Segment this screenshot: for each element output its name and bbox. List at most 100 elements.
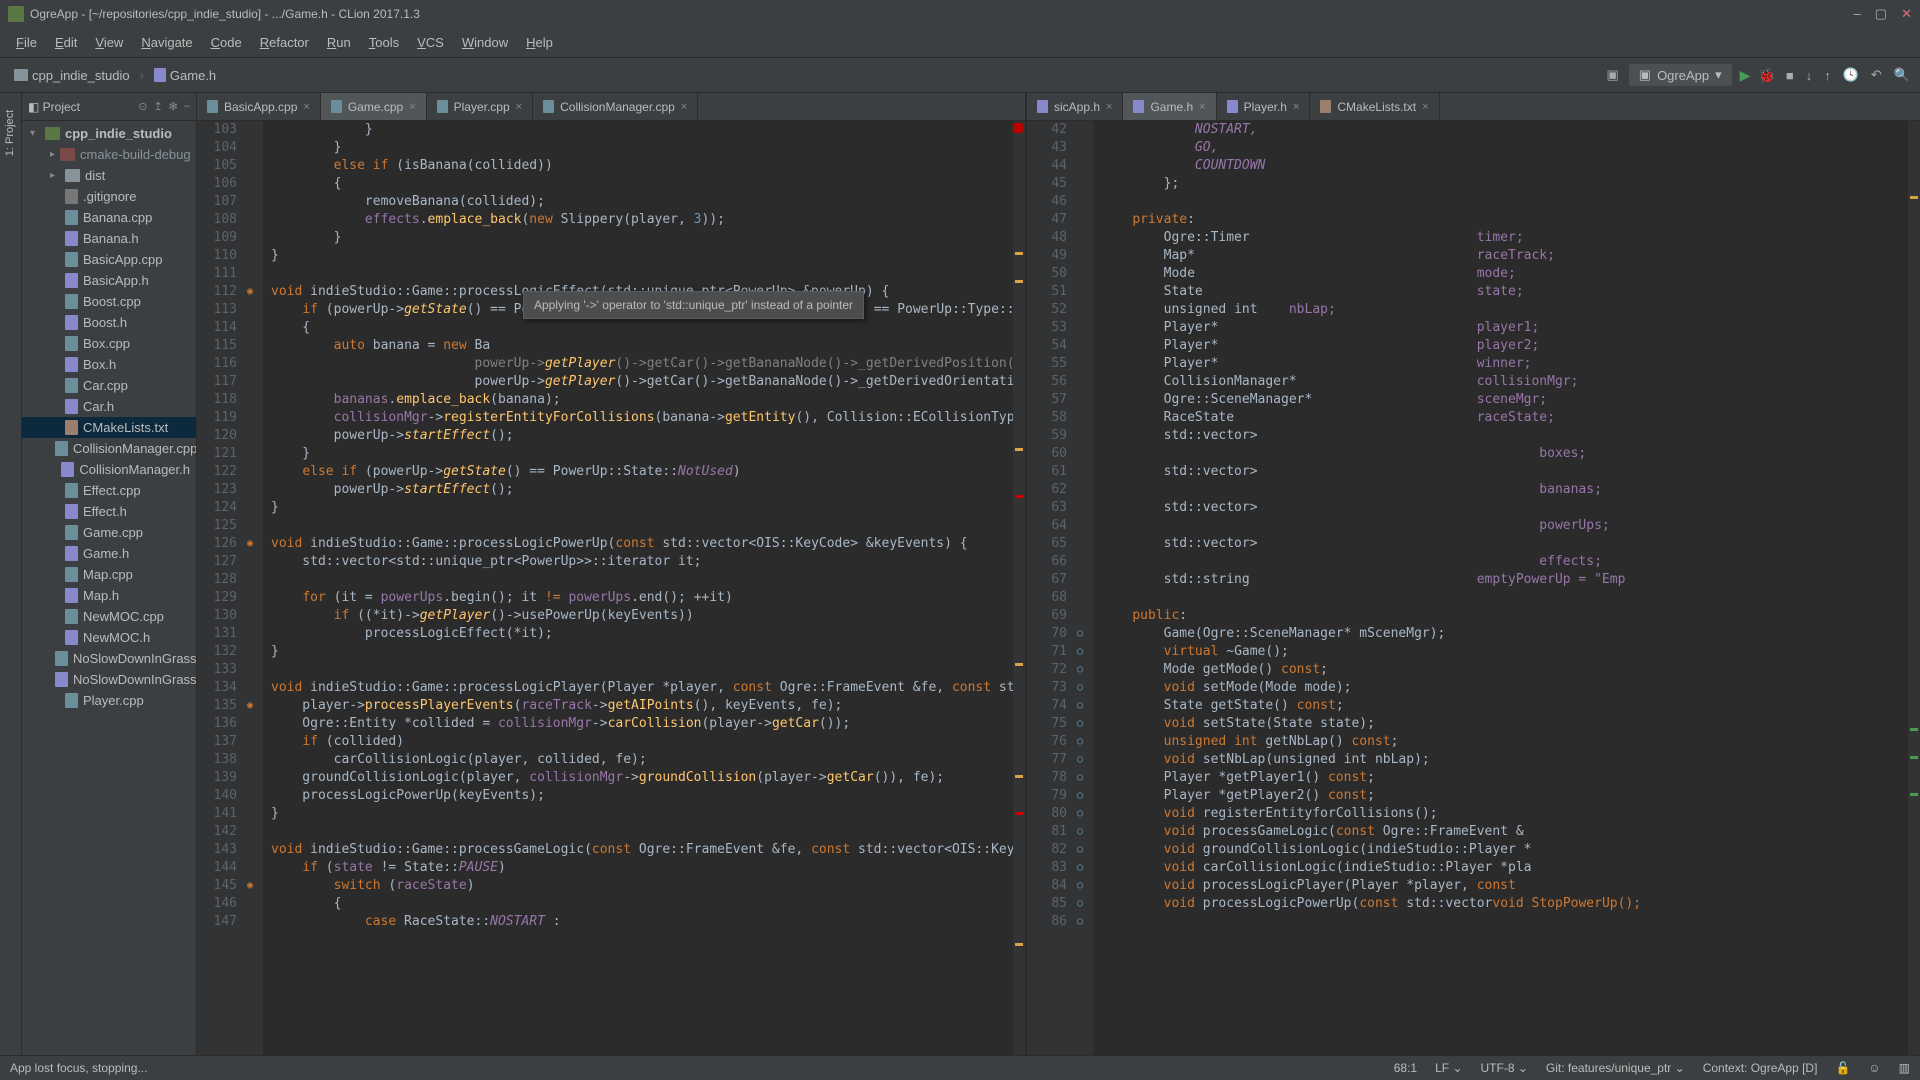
inspector-icon[interactable]: ☺ (1868, 1061, 1880, 1075)
git-branch[interactable]: Git: features/unique_ptr ⌄ (1546, 1061, 1685, 1075)
tab[interactable]: sicApp.h× (1027, 93, 1123, 120)
close-icon[interactable]: ✕ (1901, 6, 1912, 22)
toolbar: cpp_indie_studio › Game.h ▣ ▣OgreApp▾ ▶ … (0, 58, 1920, 93)
tree-item[interactable]: Box.h (22, 354, 196, 375)
context[interactable]: Context: OgreApp [D] (1703, 1061, 1818, 1075)
menu-window[interactable]: Window (454, 32, 516, 53)
tree-item[interactable]: Car.cpp (22, 375, 196, 396)
menu-code[interactable]: Code (203, 32, 250, 53)
statusbar: App lost focus, stopping... 68:1 LF ⌄ UT… (0, 1055, 1920, 1080)
tree-item[interactable]: Banana.h (22, 228, 196, 249)
tree-item[interactable]: ▸dist (22, 165, 196, 186)
breadcrumb-file[interactable]: Game.h (148, 66, 222, 85)
gutter[interactable]: 42 43 44 45 46 47 48 49 50 51 52 53 54 5… (1027, 121, 1075, 1055)
tab[interactable]: Player.cpp× (427, 93, 533, 120)
menu-run[interactable]: Run (319, 32, 359, 53)
tree-item[interactable]: Box.cpp (22, 333, 196, 354)
tree-item[interactable]: Banana.cpp (22, 207, 196, 228)
tree-item[interactable]: CMakeLists.txt (22, 417, 196, 438)
close-icon[interactable]: × (1293, 101, 1299, 113)
tab[interactable]: CollisionManager.cpp× (533, 93, 698, 120)
collapse-all-icon[interactable]: ↥ (153, 100, 162, 113)
code-editor-left[interactable]: } } else if (isBanana(collided)) { remov… (263, 121, 1013, 1055)
tree-item[interactable]: BasicApp.cpp (22, 249, 196, 270)
tree-item[interactable]: Boost.cpp (22, 291, 196, 312)
tree-item[interactable]: .gitignore (22, 186, 196, 207)
tree-item[interactable]: Player.cpp (22, 690, 196, 711)
split-icon[interactable]: ▥ (1899, 1061, 1910, 1075)
tab[interactable]: Player.h× (1217, 93, 1311, 120)
tab[interactable]: Game.h× (1123, 93, 1216, 120)
run-configuration[interactable]: ▣OgreApp▾ (1629, 64, 1732, 86)
tree-item[interactable]: ▸cmake-build-debug (22, 144, 196, 165)
tree-root[interactable]: ▾cpp_indie_studio (22, 123, 196, 144)
tree-item[interactable]: Effect.h (22, 501, 196, 522)
line-ending[interactable]: LF ⌄ (1435, 1061, 1462, 1075)
breadcrumb-project[interactable]: cpp_indie_studio (8, 66, 136, 85)
debug-button[interactable]: 🐞 (1758, 67, 1775, 84)
tab[interactable]: CMakeLists.txt× (1310, 93, 1439, 120)
minimize-icon[interactable]: – (1854, 6, 1861, 22)
menu-view[interactable]: View (87, 32, 131, 53)
tree-item[interactable]: Effect.cpp (22, 480, 196, 501)
status-message: App lost focus, stopping... (10, 1061, 147, 1075)
tree-item[interactable]: CollisionManager.cpp (22, 438, 196, 459)
tree-item[interactable]: BasicApp.h (22, 270, 196, 291)
menu-tools[interactable]: Tools (361, 32, 407, 53)
close-icon[interactable]: × (1422, 101, 1428, 113)
marker-strip[interactable] (1013, 121, 1025, 1055)
tree-item[interactable]: CollisionManager.h (22, 459, 196, 480)
close-icon[interactable]: × (1106, 101, 1112, 113)
gutter[interactable]: 103 104 105 106 107 108 109 110 111 112 … (197, 121, 245, 1055)
close-icon[interactable]: × (409, 101, 415, 113)
maximize-icon[interactable]: ▢ (1875, 6, 1887, 22)
gutter-icons[interactable]: ○○○○○○○○○○○○○○○○○ (1075, 121, 1093, 1055)
project-tab[interactable]: 1: Project (5, 110, 17, 156)
hide-icon[interactable]: – (184, 100, 190, 113)
tree-item[interactable]: Map.cpp (22, 564, 196, 585)
tab[interactable]: BasicApp.cpp× (197, 93, 321, 120)
revert-icon[interactable]: ↶ (1869, 65, 1884, 85)
marker-strip[interactable] (1908, 121, 1920, 1055)
menu-refactor[interactable]: Refactor (252, 32, 317, 53)
tree-item[interactable]: Game.h (22, 543, 196, 564)
tree-item[interactable]: Boost.h (22, 312, 196, 333)
vcs-commit-icon[interactable]: ↑ (1822, 66, 1833, 85)
caret-position[interactable]: 68:1 (1394, 1061, 1417, 1075)
tree-item[interactable]: Car.h (22, 396, 196, 417)
autoscroll-icon[interactable]: ⊙ (138, 100, 147, 113)
app-icon: ▣ (1639, 67, 1651, 83)
menu-edit[interactable]: Edit (47, 32, 85, 53)
tree-item[interactable]: Game.cpp (22, 522, 196, 543)
vcs-history-icon[interactable]: 🕓 (1841, 65, 1861, 85)
cpu-profiler-icon[interactable]: ▣ (1604, 65, 1620, 85)
code-editor-right[interactable]: NOSTART, GO, COUNTDOWN }; private: Ogre:… (1093, 121, 1908, 1055)
project-tree[interactable]: ▾cpp_indie_studio▸cmake-build-debug▸dist… (22, 121, 196, 1055)
lock-icon[interactable]: 🔓 (1835, 1061, 1850, 1075)
close-icon[interactable]: × (1199, 101, 1205, 113)
project-panel-title[interactable]: ◧ Project (28, 100, 80, 114)
menu-file[interactable]: File (8, 32, 45, 53)
close-icon[interactable]: × (681, 101, 687, 113)
tree-item[interactable]: NewMOC.h (22, 627, 196, 648)
run-button[interactable]: ▶ (1740, 67, 1751, 84)
tab[interactable]: Game.cpp× (321, 93, 427, 120)
menu-navigate[interactable]: Navigate (133, 32, 200, 53)
folder-icon (14, 69, 28, 81)
gutter-icons[interactable]: ◉◉◉◉ (245, 121, 263, 1055)
vcs-update-icon[interactable]: ↓ (1804, 66, 1815, 85)
close-icon[interactable]: × (516, 101, 522, 113)
close-icon[interactable]: × (303, 101, 309, 113)
tree-item[interactable]: Map.h (22, 585, 196, 606)
error-indicator-icon[interactable] (1013, 123, 1023, 133)
menu-vcs[interactable]: VCS (409, 32, 452, 53)
tree-item[interactable]: NewMOC.cpp (22, 606, 196, 627)
inspection-tooltip: Applying '->' operator to 'std::unique_p… (523, 291, 864, 319)
search-icon[interactable]: 🔍 (1892, 65, 1912, 85)
tree-item[interactable]: NoSlowDownInGrass.cpp (22, 648, 196, 669)
tree-item[interactable]: NoSlowDownInGrass.h (22, 669, 196, 690)
encoding[interactable]: UTF-8 ⌄ (1481, 1061, 1528, 1075)
stop-button[interactable]: ■ (1784, 66, 1796, 85)
menu-help[interactable]: Help (518, 32, 561, 53)
gear-icon[interactable]: ✻ (169, 100, 178, 113)
